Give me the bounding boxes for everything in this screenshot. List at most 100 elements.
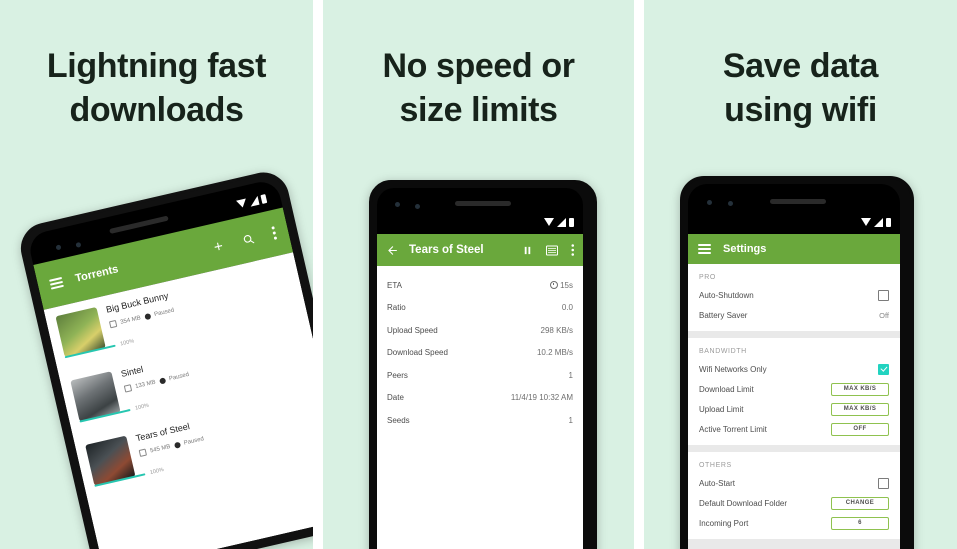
detail-value: 1	[568, 370, 573, 380]
detail-label: Peers	[387, 370, 408, 380]
signal-icon	[874, 217, 883, 227]
battery-icon	[886, 217, 891, 227]
setting-label: Incoming Port	[699, 518, 749, 528]
detail-label: Seeds	[387, 415, 410, 425]
setting-row-auto-shutdown[interactable]: Auto-Shutdown	[688, 285, 900, 305]
panel-divider	[634, 0, 644, 549]
headline-line-2: using wifi	[724, 91, 877, 130]
detail-row: Ratio 0.0	[377, 297, 583, 320]
setting-label: Active Torrent Limit	[699, 424, 767, 434]
overflow-menu-icon[interactable]	[271, 226, 278, 241]
promo-panel-1: Lightning fast downloads Torrents Big Bu…	[0, 0, 313, 549]
torrent-detail-list: ETA 15s Ratio 0.0 Upload Speed 298 KB/s	[377, 266, 583, 549]
headline-line-1: No speed or	[382, 47, 575, 85]
menu-icon[interactable]	[698, 242, 711, 256]
appbar-actions-1	[210, 226, 277, 254]
promo-screenshot-strip: Lightning fast downloads Torrents Big Bu…	[0, 0, 957, 549]
detail-row: Date 11/4/19 10:32 AM	[377, 387, 583, 410]
change-folder-button[interactable]: CHANGE	[831, 496, 889, 510]
settings-section-others: OTHERS Auto-Start Default Download Folde…	[688, 452, 900, 539]
phone-1-screen: Torrents Big Buck Bunny 354 MB Paused 10…	[26, 178, 313, 549]
pause-state-icon	[143, 312, 152, 320]
active-torrent-limit-button[interactable]: OFF	[831, 422, 889, 436]
search-icon[interactable]	[241, 231, 257, 247]
setting-label: Default Download Folder	[699, 498, 788, 508]
auto-start-checkbox[interactable]	[878, 477, 889, 489]
front-sensor-icon	[728, 201, 733, 206]
front-camera-icon	[395, 202, 400, 207]
section-title: PRO	[699, 274, 716, 281]
add-icon[interactable]	[210, 238, 226, 254]
pause-state-icon	[173, 441, 181, 449]
settings-section-pro: PRO Auto-Shutdown Battery Saver Off	[688, 264, 900, 331]
detail-label: Date	[387, 393, 404, 403]
phone-mockup-2: Tears of Steel ETA 15s Ratio 0.0 Upload …	[369, 180, 597, 549]
download-limit-button[interactable]: MAX KB/S	[831, 382, 889, 396]
detail-label: Download Speed	[387, 348, 448, 358]
setting-label: Download Limit	[699, 384, 754, 394]
setting-row-auto-start[interactable]: Auto-Start	[688, 473, 900, 493]
panel-3-headline: Save data using wifi	[644, 44, 957, 132]
detail-value: 10.2 MB/s	[536, 348, 573, 358]
file-size-icon	[123, 384, 133, 393]
appbar-title: Settings	[723, 243, 767, 255]
settings-section-bandwidth: BANDWIDTH Wifi Networks Only Download Li…	[688, 338, 900, 445]
wifi-icon	[236, 198, 248, 209]
file-size-icon	[108, 319, 118, 329]
detail-row: Seeds 1	[377, 409, 583, 432]
torrent-state: Paused	[168, 371, 190, 382]
headline-line-1: Lightning fast	[46, 47, 267, 85]
appbar-title: Tears of Steel	[409, 244, 484, 256]
torrent-size: 354 MB	[119, 314, 142, 326]
setting-row-wifi-only[interactable]: Wifi Networks Only	[688, 359, 900, 379]
panel-1-headline: Lightning fast downloads	[0, 44, 313, 132]
torrent-size: 545 MB	[149, 443, 171, 454]
setting-row-battery-saver[interactable]: Battery Saver Off	[688, 305, 900, 325]
wifi-networks-only-checkbox[interactable]	[878, 363, 889, 375]
promo-panel-3: Save data using wifi Settings PRO Auto-S…	[644, 0, 957, 549]
wifi-icon	[861, 218, 871, 226]
detail-row: Download Speed 10.2 MB/s	[377, 342, 583, 365]
setting-label: Auto-Shutdown	[699, 290, 754, 300]
section-title: OTHERS	[699, 462, 732, 469]
setting-row-upload-limit[interactable]: Upload Limit MAX KB/S	[688, 399, 900, 419]
incoming-port-field[interactable]: 6	[831, 516, 889, 530]
upload-limit-button[interactable]: MAX KB/S	[831, 402, 889, 416]
detail-value: 0.0	[561, 303, 573, 313]
settings-list[interactable]: PRO Auto-Shutdown Battery Saver Off BAND…	[688, 264, 900, 549]
earpiece-speaker	[770, 199, 826, 204]
detail-value: 11/4/19 10:32 AM	[510, 393, 573, 403]
appbar-title: Torrents	[74, 263, 120, 285]
setting-label: Auto-Start	[699, 478, 736, 488]
phone-2-screen: Tears of Steel ETA 15s Ratio 0.0 Upload …	[377, 188, 583, 549]
signal-icon	[248, 195, 260, 207]
status-bar-2	[377, 216, 583, 228]
setting-label: Battery Saver	[699, 310, 748, 320]
back-arrow-icon[interactable]	[386, 244, 399, 257]
detail-value: 298 KB/s	[540, 325, 573, 335]
auto-shutdown-checkbox[interactable]	[878, 289, 889, 301]
headline-line-2: downloads	[69, 91, 244, 130]
detail-value: 1	[568, 415, 573, 425]
list-icon[interactable]	[545, 245, 558, 256]
overflow-menu-icon[interactable]	[570, 244, 575, 256]
torrent-state: Paused	[153, 307, 175, 318]
battery-saver-value: Off	[879, 310, 889, 320]
front-sensor-icon	[415, 204, 420, 209]
panel-divider	[313, 0, 323, 549]
phone-3-screen: Settings PRO Auto-Shutdown Battery Saver…	[688, 184, 900, 549]
menu-icon[interactable]	[48, 274, 64, 292]
pause-icon[interactable]	[522, 245, 533, 256]
setting-row-active-torrent-limit[interactable]: Active Torrent Limit OFF	[688, 419, 900, 439]
setting-row-incoming-port[interactable]: Incoming Port 6	[688, 513, 900, 533]
setting-row-default-folder[interactable]: Default Download Folder CHANGE	[688, 493, 900, 513]
section-title: BANDWIDTH	[699, 348, 747, 355]
signal-icon	[557, 217, 566, 227]
appbar-settings: Settings	[688, 234, 900, 264]
wifi-icon	[544, 218, 554, 226]
setting-label: Upload Limit	[699, 404, 744, 414]
detail-label: ETA	[387, 280, 402, 290]
phone-mockup-3: Settings PRO Auto-Shutdown Battery Saver…	[680, 176, 914, 549]
torrent-size: 133 MB	[134, 379, 157, 390]
setting-row-download-limit[interactable]: Download Limit MAX KB/S	[688, 379, 900, 399]
